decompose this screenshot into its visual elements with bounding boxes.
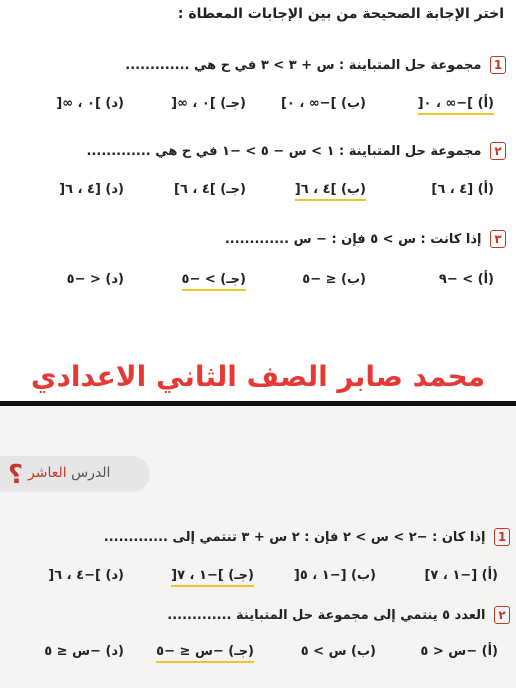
q3-option-a[interactable]: (أ) > −٩: [439, 272, 494, 287]
question-number: 1: [490, 56, 506, 74]
question-number: ٢: [494, 606, 510, 624]
q1-option-b[interactable]: (ب) ]−∞ ، ٠]: [281, 96, 366, 111]
worksheet-top: اختر الإجابة الصحيحة من بين الإجابات الم…: [0, 0, 516, 402]
question-number: 1: [494, 528, 510, 546]
qb2-option-c[interactable]: (جـ) −س ≤ −٥: [156, 644, 254, 663]
q3-option-b[interactable]: (ب) ≤ −٥: [302, 272, 366, 287]
question-3: ٣ إذا كانت : س > ٥ فإن : − س ...........…: [225, 230, 506, 248]
question-b1: 1 إذا كان : −٢ > س > ٢ فإن : ٢ س + ٣ تنت…: [104, 528, 510, 546]
author-watermark: محمد صابر الصف الثاني الاعدادي: [30, 360, 486, 393]
lesson-ordinal: العاشر: [28, 465, 67, 481]
question-number: ٣: [490, 230, 506, 248]
qb1-option-a[interactable]: (أ) [−١ ، ٧]: [424, 568, 498, 583]
question-text: مجموعة حل المتباينة : ١ > س − ٥ > −١ في …: [86, 144, 482, 159]
question-number: ٢: [490, 142, 506, 160]
qb2-option-a[interactable]: (أ) −س < ٥: [420, 644, 498, 659]
question-2: ٢ مجموعة حل المتباينة : ١ > س − ٥ > −١ ف…: [87, 142, 506, 160]
question-b2: ٢ العدد ٥ ينتمي إلى مجموعة حل المتباينة …: [167, 606, 510, 624]
lesson-banner: ؟ الدرس العاشر: [0, 456, 150, 492]
question-1: 1 مجموعة حل المتباينة : س + ٣ > ٣ في ح ه…: [125, 56, 506, 74]
worksheet-bottom: ؟ الدرس العاشر 1 إذا كان : −٢ > س > ٢ فإ…: [0, 406, 516, 688]
question-text: مجموعة حل المتباينة : س + ٣ > ٣ في ح هي …: [125, 58, 482, 73]
q2-option-d[interactable]: (د) [٤ ، ٦[: [59, 182, 124, 197]
lesson-title: الدرس العاشر: [28, 465, 110, 481]
q2-option-b[interactable]: (ب) ]٤ ، ٦[: [294, 182, 366, 201]
question-mark-icon: ؟: [8, 460, 24, 490]
qb1-option-c[interactable]: (جـ) ]−١ ، ٧[: [171, 568, 254, 587]
qb2-option-b[interactable]: (ب) س > ٥: [301, 644, 376, 659]
question-text: العدد ٥ ينتمي إلى مجموعة حل المتباينة ..…: [167, 608, 486, 623]
q2-option-c[interactable]: (جـ) ]٤ ، ٦]: [174, 182, 246, 197]
q2-option-a[interactable]: (أ) [٤ ، ٦]: [431, 182, 494, 197]
question-text: إذا كانت : س > ٥ فإن : − س .............: [224, 232, 482, 247]
q1-option-c[interactable]: (جـ) ]٠ ، ∞[: [171, 96, 246, 111]
q3-option-d[interactable]: (د) < −٥: [67, 272, 124, 287]
qb1-option-b[interactable]: (ب) [−١ ، ٥[: [294, 568, 376, 583]
question-text: إذا كان : −٢ > س > ٢ فإن : ٢ س + ٣ تنتمي…: [103, 530, 486, 545]
qb2-option-d[interactable]: (د) −س ≤ ٥: [44, 644, 124, 659]
q1-option-a[interactable]: (أ) ]−∞ ، ٠[: [417, 96, 494, 115]
q1-option-d[interactable]: (د) ]٠ ، ∞[: [56, 96, 124, 111]
qb1-option-d[interactable]: (د) ]−٤ ، ٦[: [48, 568, 124, 583]
q3-option-c[interactable]: (جـ) > −٥: [181, 272, 246, 291]
lesson-label: الدرس: [71, 465, 111, 481]
instruction-heading: اختر الإجابة الصحيحة من بين الإجابات الم…: [177, 6, 504, 22]
